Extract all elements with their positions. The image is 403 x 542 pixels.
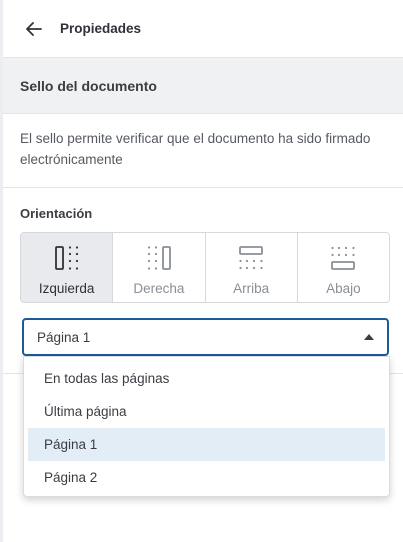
orientation-top-label: Arriba <box>233 281 270 296</box>
orientation-bottom-button[interactable]: Abajo <box>297 233 389 302</box>
page-select-value: Página 1 <box>37 329 91 345</box>
orientation-left-button[interactable]: Izquierda <box>21 233 114 302</box>
stamp-top-icon <box>239 246 264 270</box>
stamp-right-icon <box>147 246 171 270</box>
panel-title: Propiedades <box>60 21 142 36</box>
page-select-dropdown: En todas las páginas Última página Págin… <box>23 356 390 497</box>
orientation-right-button[interactable]: Derecha <box>113 233 206 302</box>
page-select[interactable]: Página 1 <box>22 318 389 356</box>
section-title: Sello del documento <box>20 77 157 94</box>
orientation-left-label: Izquierda <box>38 281 95 296</box>
back-button[interactable] <box>20 15 48 43</box>
orientation-top-button[interactable]: Arriba <box>205 233 298 302</box>
orientation-button-group: Izquierda Derecha Arriba Abajo <box>20 232 390 303</box>
page-option-all[interactable]: En todas las páginas <box>28 362 385 395</box>
section-header: Sello del documento <box>3 58 403 114</box>
stamp-left-icon <box>54 246 78 270</box>
orientation-right-label: Derecha <box>133 281 185 296</box>
properties-panel: Propiedades Sello del documento El sello… <box>0 0 403 542</box>
orientation-bottom-label: Abajo <box>326 281 361 296</box>
orientation-label: Orientación <box>20 206 93 221</box>
panel-header: Propiedades <box>3 0 403 58</box>
arrow-left-icon <box>26 21 42 36</box>
stamp-bottom-icon <box>331 246 356 270</box>
divider <box>3 187 403 188</box>
page-option-1[interactable]: Página 1 <box>28 428 385 461</box>
page-option-2[interactable]: Página 2 <box>28 461 385 494</box>
caret-up-icon <box>364 334 374 340</box>
page-option-last[interactable]: Última página <box>28 395 385 428</box>
section-description: El sello permite verificar que el docume… <box>20 131 371 167</box>
